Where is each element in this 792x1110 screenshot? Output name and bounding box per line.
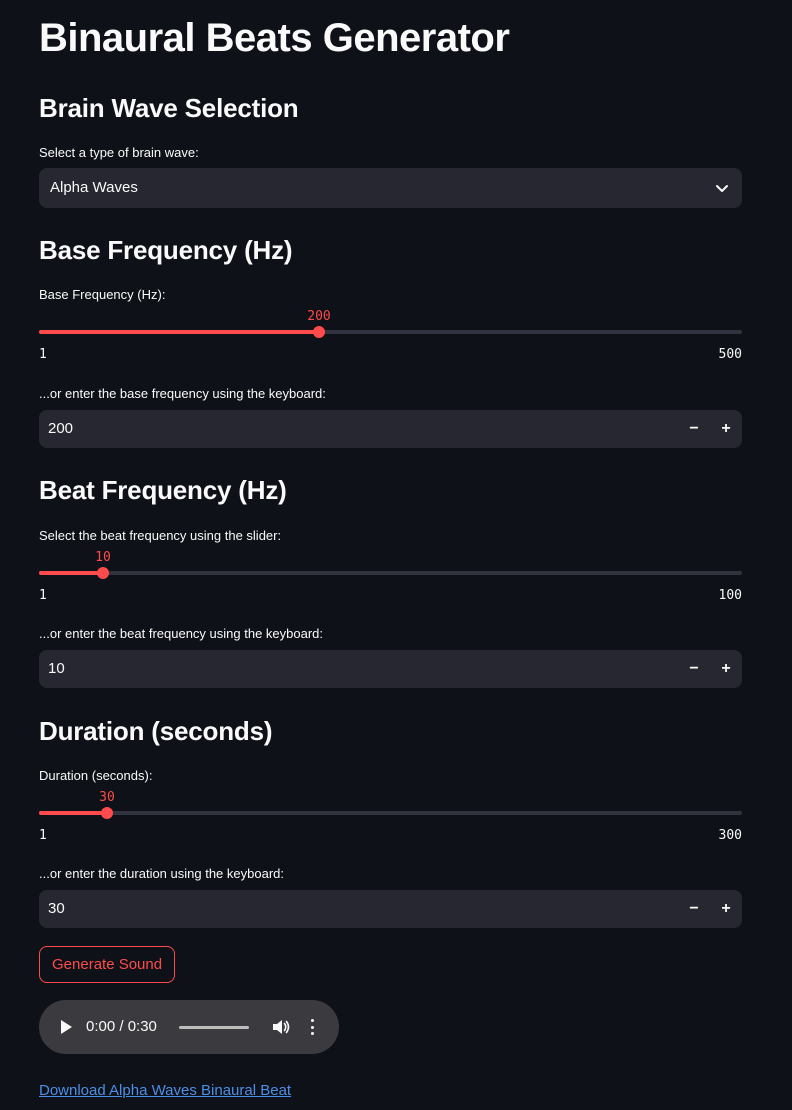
beat-frequency-slider-label: Select the beat frequency using the slid… xyxy=(39,528,282,543)
slider-track xyxy=(39,811,742,815)
beat-frequency-slider[interactable]: 10 1 100 xyxy=(39,550,742,603)
audio-time: 0:00 / 0:30 xyxy=(86,1018,157,1035)
slider-fill xyxy=(39,571,103,575)
slider-max-label: 500 xyxy=(718,347,742,362)
increment-button[interactable]: + xyxy=(710,650,742,688)
beat-frequency-input-label: ...or enter the beat frequency using the… xyxy=(39,626,324,641)
audio-progress-bar[interactable] xyxy=(179,1026,249,1029)
decrement-button[interactable]: − xyxy=(678,410,710,448)
slider-fill xyxy=(39,811,107,815)
decrement-button[interactable]: − xyxy=(678,890,710,928)
brain-wave-select[interactable]: Alpha Waves xyxy=(39,168,742,208)
duration-input-value: 30 xyxy=(48,900,65,917)
base-frequency-input[interactable]: 200 − + xyxy=(39,410,742,448)
base-frequency-input-value: 200 xyxy=(48,420,74,437)
base-frequency-slider[interactable]: 200 1 500 xyxy=(39,309,742,362)
app-page: Binaural Beats Generator Brain Wave Sele… xyxy=(0,0,792,1110)
slider-min-label: 1 xyxy=(39,588,47,603)
beat-frequency-input-value: 10 xyxy=(48,660,65,677)
slider-min-label: 1 xyxy=(39,347,47,362)
play-icon[interactable] xyxy=(61,1020,72,1034)
base-frequency-slider-label: Base Frequency (Hz): xyxy=(39,287,166,302)
duration-input[interactable]: 30 − + xyxy=(39,890,742,928)
slider-value: 30 xyxy=(99,790,115,805)
duration-slider[interactable]: 30 1 300 xyxy=(39,790,742,843)
slider-fill xyxy=(39,330,319,334)
slider-track xyxy=(39,571,742,575)
beat-frequency-input[interactable]: 10 − + xyxy=(39,650,742,688)
more-vertical-icon[interactable] xyxy=(307,1018,317,1036)
base-frequency-input-label: ...or enter the base frequency using the… xyxy=(39,386,326,401)
slider-thumb[interactable] xyxy=(97,567,109,579)
slider-min-label: 1 xyxy=(39,828,47,843)
slider-value: 10 xyxy=(95,550,111,565)
base-frequency-heading: Base Frequency (Hz) xyxy=(39,235,293,265)
increment-button[interactable]: + xyxy=(710,890,742,928)
brain-wave-label: Select a type of brain wave: xyxy=(39,145,199,160)
generate-sound-button[interactable]: Generate Sound xyxy=(39,946,176,983)
chevron-down-icon xyxy=(716,185,728,192)
slider-thumb[interactable] xyxy=(101,807,113,819)
duration-slider-label: Duration (seconds): xyxy=(39,768,153,783)
brain-wave-heading: Brain Wave Selection xyxy=(39,93,299,123)
beat-frequency-heading: Beat Frequency (Hz) xyxy=(39,475,287,505)
slider-max-label: 300 xyxy=(718,828,742,843)
volume-icon[interactable] xyxy=(272,1019,290,1035)
slider-max-label: 100 xyxy=(718,588,742,603)
audio-player[interactable]: 0:00 / 0:30 xyxy=(39,1000,339,1054)
duration-input-label: ...or enter the duration using the keybo… xyxy=(39,866,284,881)
page-title: Binaural Beats Generator xyxy=(39,16,510,60)
duration-heading: Duration (seconds) xyxy=(39,716,273,746)
decrement-button[interactable]: − xyxy=(678,650,710,688)
slider-value: 200 xyxy=(307,309,331,324)
slider-thumb[interactable] xyxy=(313,326,325,338)
increment-button[interactable]: + xyxy=(710,410,742,448)
download-link[interactable]: Download Alpha Waves Binaural Beat xyxy=(39,1082,291,1099)
brain-wave-selected-value: Alpha Waves xyxy=(50,179,138,196)
